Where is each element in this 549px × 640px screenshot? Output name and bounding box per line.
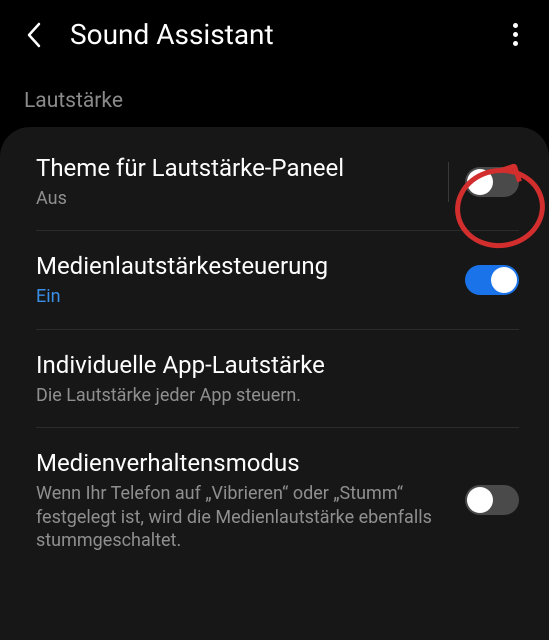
more-icon: [513, 23, 518, 46]
row-main: Theme für Lautstärke-Paneel Aus: [36, 153, 448, 210]
vertical-divider: [448, 162, 449, 202]
toggle-media-behavior[interactable]: [465, 485, 519, 515]
row-subtitle: Die Lautstärke jeder App steuern.: [36, 384, 503, 407]
row-title: Medienlautstärkesteuerung: [36, 251, 449, 281]
settings-card: Theme für Lautstärke-Paneel Aus Medienla…: [0, 127, 549, 640]
row-subtitle: Aus: [36, 187, 432, 210]
row-theme-panel[interactable]: Theme für Lautstärke-Paneel Aus: [0, 133, 549, 230]
more-options-button[interactable]: [501, 21, 529, 49]
chevron-left-icon: [26, 22, 42, 48]
app-header: Sound Assistant: [0, 0, 549, 73]
toggle-media-control[interactable]: [465, 265, 519, 295]
row-title: Theme für Lautstärke-Paneel: [36, 153, 432, 183]
row-title: Medienverhaltensmodus: [36, 448, 449, 478]
section-label-volume: Lautstärke: [0, 73, 549, 127]
row-main: Individuelle App-Lautstärke Die Lautstär…: [36, 350, 519, 407]
row-main: Medienlautstärkesteuerung Ein: [36, 251, 465, 308]
row-subtitle: Wenn Ihr Telefon auf „Vibrieren“ oder „S…: [36, 482, 449, 552]
back-button[interactable]: [20, 21, 48, 49]
row-main: Medienverhaltensmodus Wenn Ihr Telefon a…: [36, 448, 465, 552]
row-subtitle: Ein: [36, 285, 449, 308]
row-media-control[interactable]: Medienlautstärkesteuerung Ein: [0, 231, 549, 328]
toggle-knob: [491, 267, 517, 293]
row-media-behavior[interactable]: Medienverhaltensmodus Wenn Ihr Telefon a…: [0, 428, 549, 572]
toggle-theme-panel[interactable]: [465, 167, 519, 197]
row-title: Individuelle App-Lautstärke: [36, 350, 503, 380]
toggle-knob: [467, 169, 493, 195]
page-title: Sound Assistant: [70, 18, 501, 51]
toggle-knob: [467, 487, 493, 513]
row-app-volume[interactable]: Individuelle App-Lautstärke Die Lautstär…: [0, 330, 549, 427]
